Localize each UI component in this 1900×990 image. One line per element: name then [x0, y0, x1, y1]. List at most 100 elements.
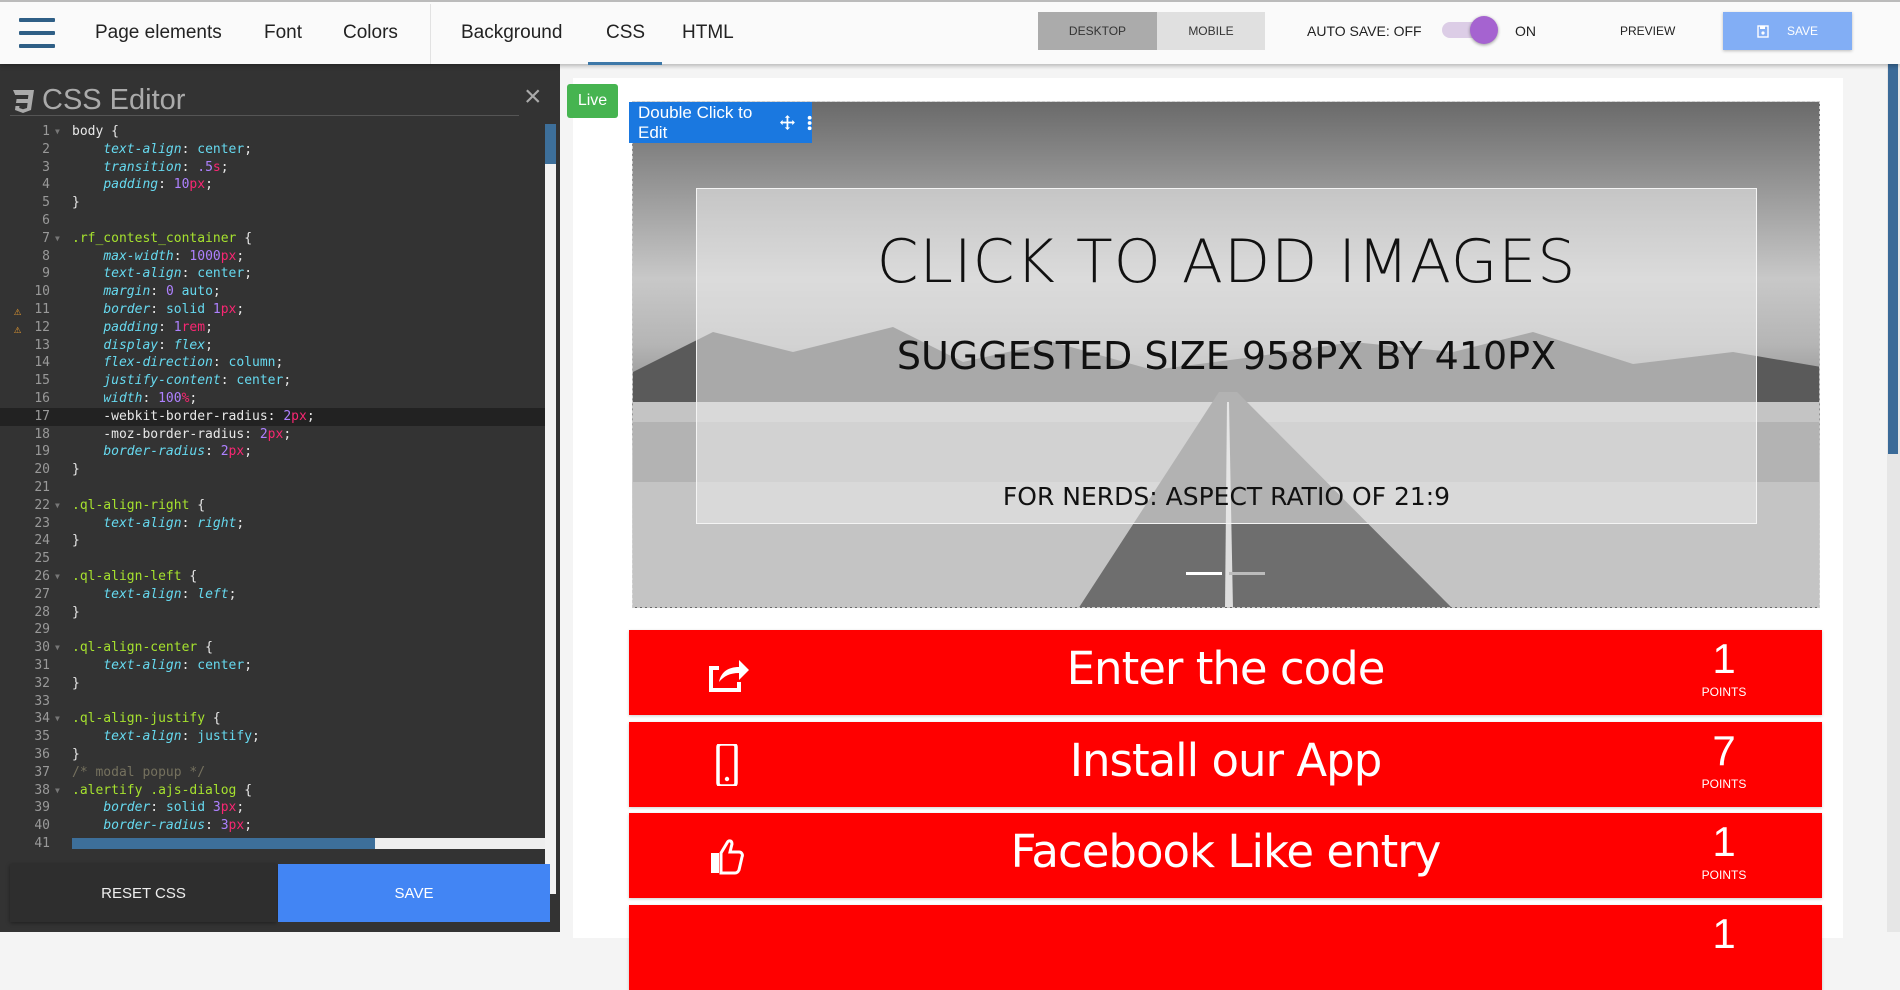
- nav-colors[interactable]: Colors: [343, 22, 398, 44]
- header-save-button[interactable]: SAVE: [1723, 12, 1852, 50]
- entry-row[interactable]: 1: [629, 904, 1822, 990]
- fold-arrow-icon[interactable]: ▼: [55, 710, 60, 728]
- fold-arrow-icon[interactable]: ▼: [55, 123, 60, 141]
- line-number: 27: [34, 586, 50, 602]
- code-line[interactable]: 38 ▼ .alertify .ajs-dialog {: [0, 782, 545, 800]
- code-token: center: [197, 266, 245, 282]
- code-line[interactable]: 5}: [0, 194, 545, 212]
- tab-background[interactable]: Background: [461, 22, 562, 44]
- tab-css[interactable]: CSS: [606, 22, 645, 44]
- image-slider[interactable]: CLICK TO ADD IMAGES SUGGESTED SIZE 958PX…: [632, 101, 1820, 608]
- code-line[interactable]: 16 width: 100%;: [0, 390, 545, 408]
- code-token: border-radius: [103, 444, 206, 460]
- editor-save-button[interactable]: SAVE: [278, 864, 550, 922]
- code-line[interactable]: 35 text-align: justify;: [0, 728, 545, 746]
- code-line[interactable]: 34 ▼ .ql-align-justify {: [0, 710, 545, 728]
- code-line[interactable]: 1 ▼ body {: [0, 123, 545, 141]
- code-line[interactable]: 21: [0, 479, 545, 497]
- code-line[interactable]: 37 /* modal popup */: [0, 764, 545, 782]
- code-line[interactable]: 39 border: solid 3px;: [0, 799, 545, 817]
- code-line[interactable]: 36}: [0, 746, 545, 764]
- slide-indicator-active[interactable]: [1186, 572, 1222, 575]
- nav-page-elements[interactable]: Page elements: [95, 22, 222, 44]
- horizontal-scrollbar[interactable]: [72, 838, 545, 849]
- code-line[interactable]: 9 text-align: center;: [0, 265, 545, 283]
- code-line[interactable]: 4 padding: 10px;: [0, 176, 545, 194]
- code-line[interactable]: 18 -moz-border-radius: 2px;: [0, 426, 545, 444]
- mobile-button[interactable]: MOBILE: [1157, 12, 1265, 50]
- fold-arrow-icon[interactable]: ▼: [55, 230, 60, 248]
- code-line[interactable]: 7 ▼ .rf_contest_container {: [0, 230, 545, 248]
- css-editor-panel: CSS Editor × 1 ▼ body {2 text-align: cente…: [0, 64, 560, 932]
- code-line[interactable]: 32}: [0, 675, 545, 693]
- code-token: ;: [244, 141, 253, 157]
- code-line[interactable]: 6: [0, 212, 545, 230]
- code-line[interactable]: 15 justify-content: center;: [0, 372, 545, 390]
- line-number: 20: [34, 462, 50, 478]
- code-line[interactable]: 10 margin: 0 auto;: [0, 283, 545, 301]
- code-line[interactable]: 27 text-align: left;: [0, 586, 545, 604]
- entry-row[interactable]: Facebook Like entry 1 POINTS: [629, 813, 1822, 898]
- code-line[interactable]: 22 ▼ .ql-align-right {: [0, 497, 545, 515]
- code-line[interactable]: 12 ⚠ padding: 1rem;: [0, 319, 545, 337]
- code-line[interactable]: 8 max-width: 1000px;: [0, 248, 545, 266]
- code-token: {: [244, 782, 253, 798]
- code-line[interactable]: 11 ⚠ border: solid 1px;: [0, 301, 545, 319]
- code-line[interactable]: 33: [0, 693, 545, 711]
- code-line[interactable]: 30 ▼ .ql-align-center {: [0, 639, 545, 657]
- preview-button[interactable]: PREVIEW: [1620, 24, 1675, 38]
- fold-arrow-icon[interactable]: ▼: [55, 782, 60, 800]
- code-line[interactable]: 24}: [0, 532, 545, 550]
- code-line[interactable]: 14 flex-direction: column;: [0, 354, 545, 372]
- code-text: text-align: left;: [72, 586, 236, 604]
- fold-arrow-icon[interactable]: ▼: [55, 497, 60, 515]
- code-token: flex-direction: [103, 355, 213, 371]
- hamburger-icon[interactable]: [19, 18, 55, 48]
- code-line[interactable]: 17 -webkit-border-radius: 2px;: [0, 407, 545, 426]
- code-text: -moz-border-radius: 2px;: [72, 426, 291, 444]
- code-editor[interactable]: 1 ▼ body {2 text-align: center; 3 transitio…: [0, 123, 545, 903]
- code-token: center: [197, 658, 245, 673]
- code-line[interactable]: 25: [0, 550, 545, 568]
- entry-row[interactable]: Enter the code 1 POINTS: [629, 630, 1822, 715]
- entry-label: Install our App: [1069, 733, 1383, 787]
- code-line[interactable]: 19 border-radius: 2px;: [0, 443, 545, 461]
- more-vertical-icon[interactable]: [807, 114, 812, 132]
- reset-css-button[interactable]: RESET CSS: [10, 864, 277, 922]
- code-line[interactable]: 29: [0, 621, 545, 639]
- code-line[interactable]: 2 text-align: center;: [0, 141, 545, 159]
- page-scrollbar[interactable]: [1887, 64, 1900, 932]
- code-token: border-radius: [103, 818, 206, 834]
- code-line[interactable]: 40 border-radius: 3px;: [0, 817, 545, 835]
- fold-arrow-icon[interactable]: ▼: [55, 568, 60, 586]
- edit-toolbar[interactable]: Double Click to Edit: [629, 102, 812, 143]
- code-token: 1: [212, 302, 221, 317]
- line-number: 10: [34, 284, 50, 300]
- code-line[interactable]: 31 text-align: center;: [0, 657, 545, 675]
- code-line[interactable]: 3 transition: .5s;: [0, 159, 545, 177]
- close-icon[interactable]: ×: [524, 82, 542, 112]
- desktop-button[interactable]: DESKTOP: [1038, 12, 1157, 50]
- code-token: :: [181, 159, 198, 175]
- code-token: transition: [103, 159, 182, 175]
- entry-row[interactable]: Install our App 7 POINTS: [629, 721, 1822, 807]
- auto-save-toggle[interactable]: [1442, 16, 1498, 44]
- vertical-scrollbar[interactable]: [545, 124, 556, 894]
- code-token: justify-content: [103, 373, 221, 389]
- code-line[interactable]: 26 ▼ .ql-align-left {: [0, 568, 545, 586]
- fold-arrow-icon[interactable]: ▼: [55, 639, 60, 657]
- code-token: px: [220, 248, 237, 264]
- code-token: ;: [212, 284, 221, 300]
- nav-font[interactable]: Font: [264, 22, 302, 44]
- slide-indicator[interactable]: [1229, 572, 1265, 575]
- live-badge: Live: [567, 84, 618, 118]
- move-icon[interactable]: [779, 114, 795, 131]
- active-tab-indicator: [588, 62, 662, 65]
- code-token: px: [228, 818, 245, 834]
- code-line[interactable]: 20}: [0, 461, 545, 479]
- code-line[interactable]: 13 display: flex;: [0, 337, 545, 355]
- code-line[interactable]: 23 text-align: right;: [0, 515, 545, 533]
- tab-html[interactable]: HTML: [682, 22, 734, 44]
- code-line[interactable]: 28}: [0, 604, 545, 622]
